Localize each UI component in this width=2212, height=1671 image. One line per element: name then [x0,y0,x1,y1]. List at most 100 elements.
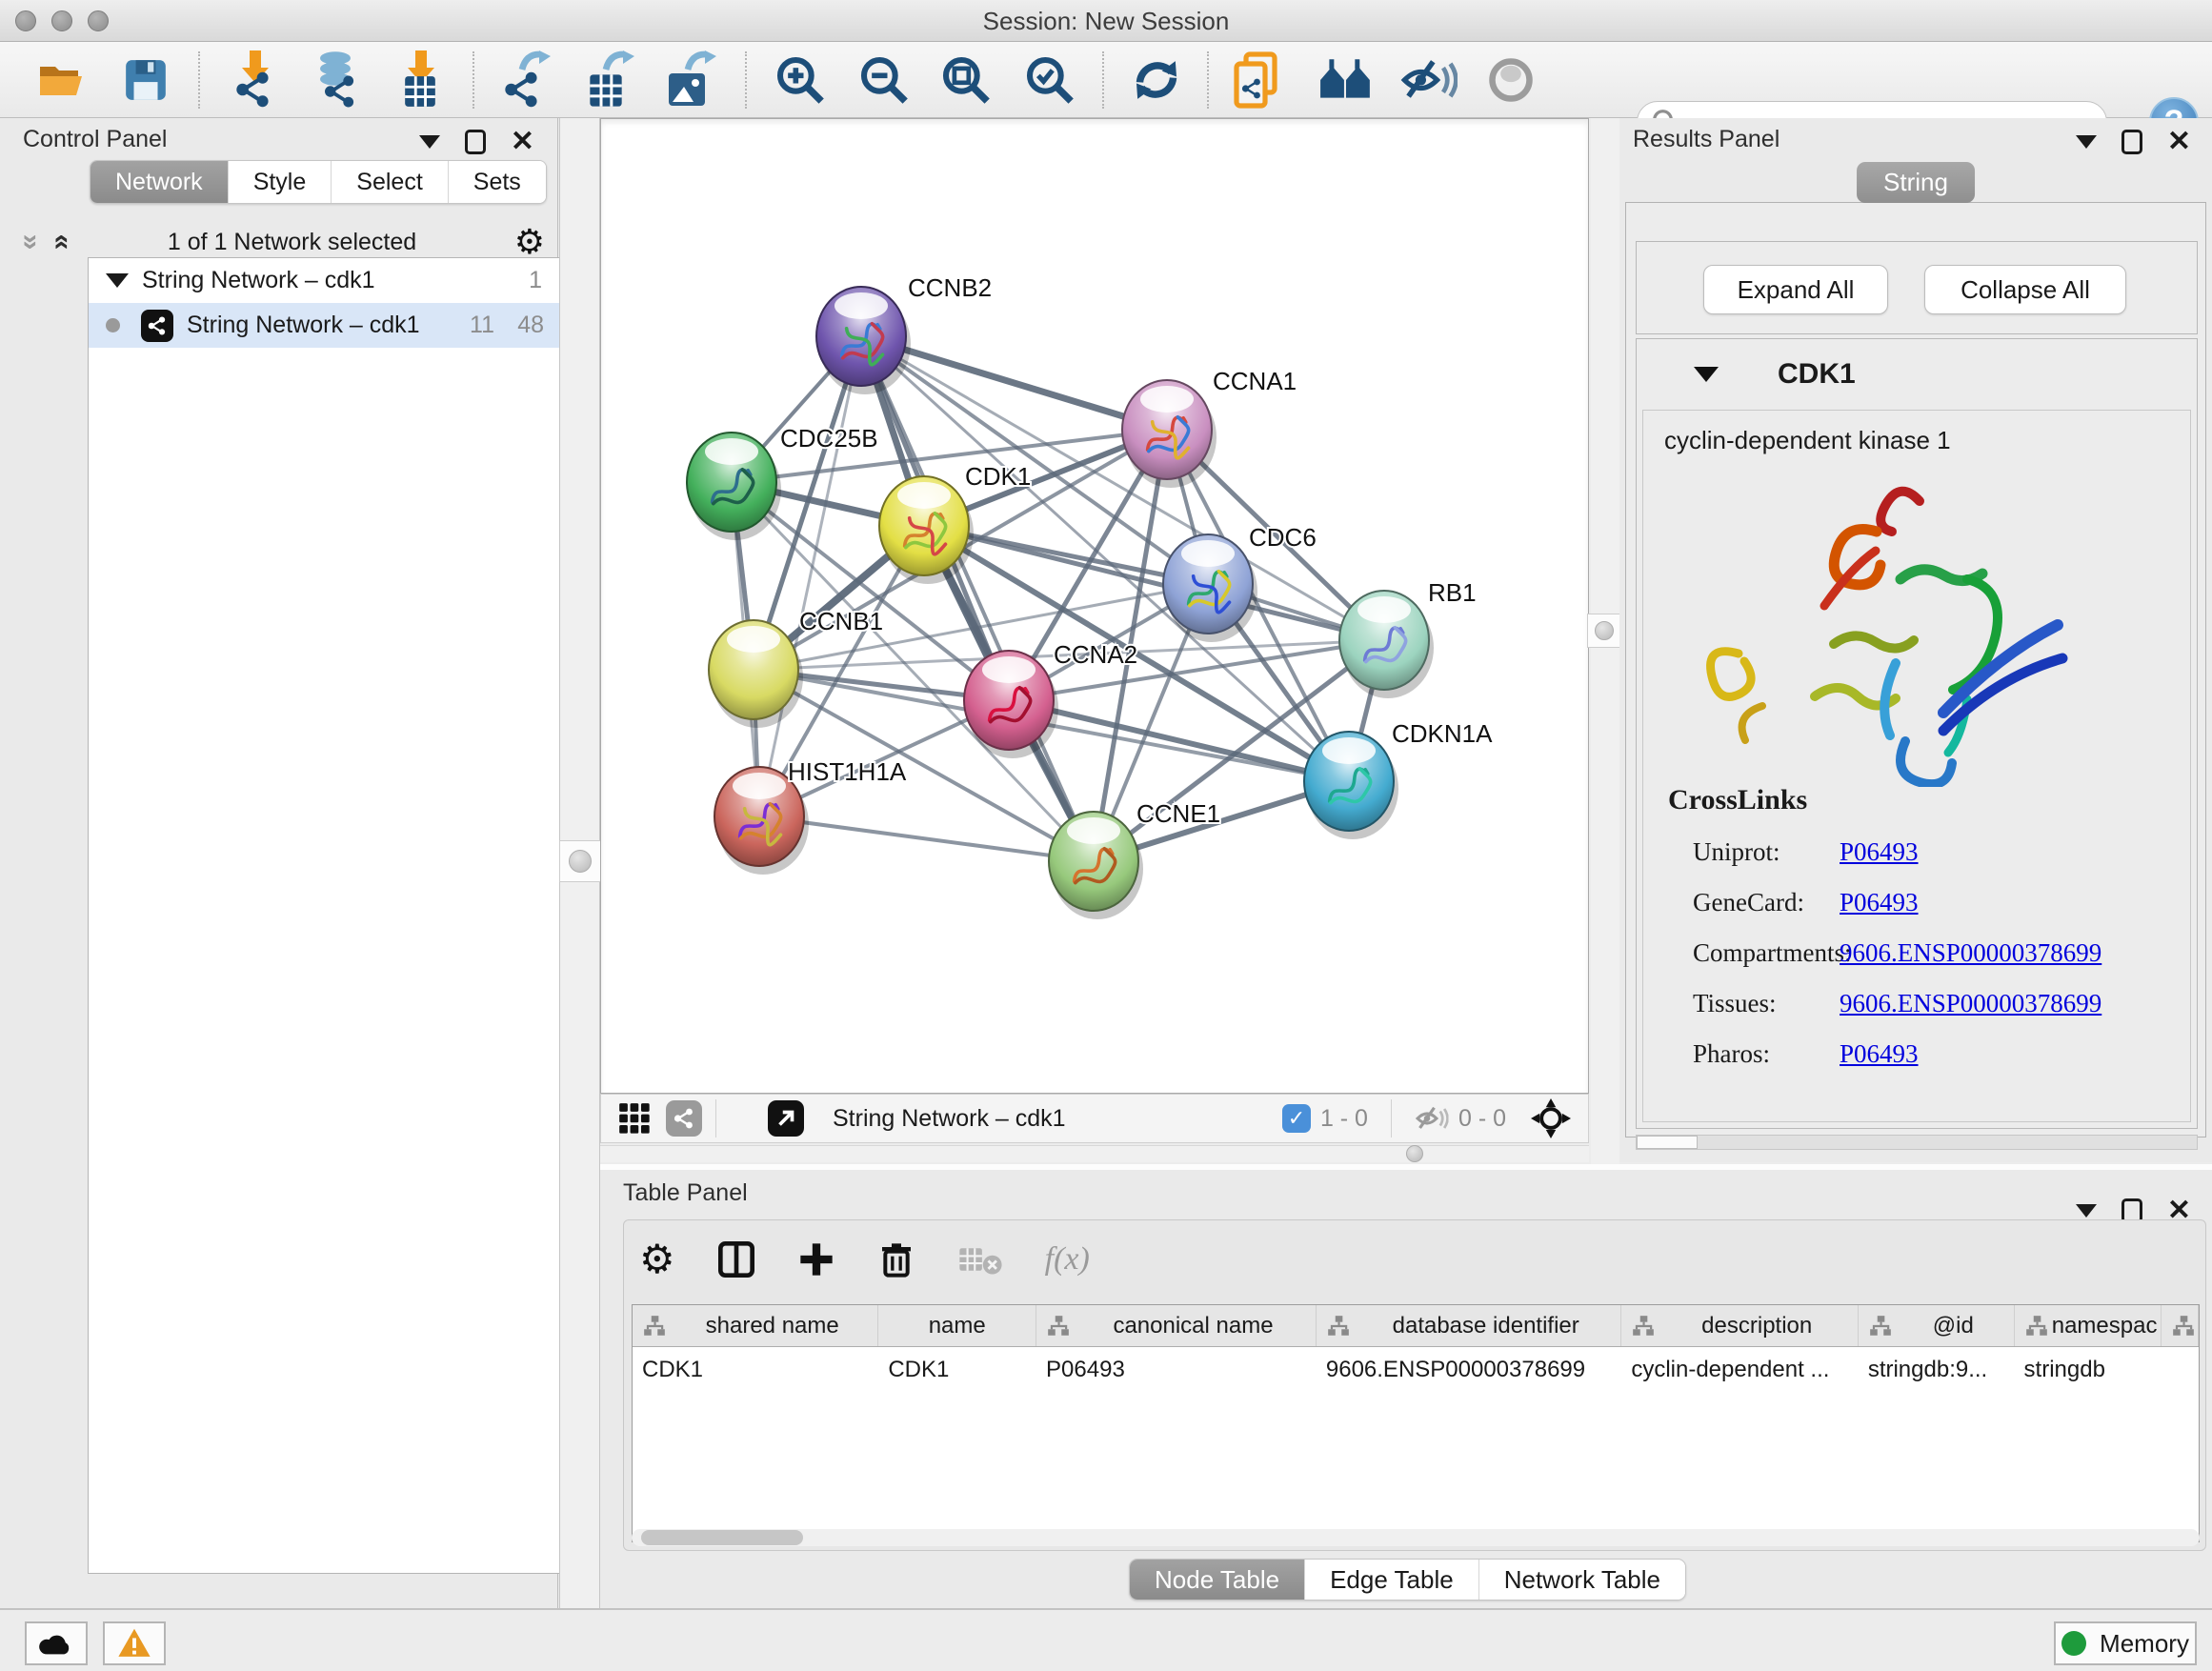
results-panel-close-icon[interactable]: ✕ [2167,131,2191,152]
delete-table-icon[interactable] [957,1243,1003,1276]
zoom-out-button[interactable] [857,53,911,107]
crosslink-link[interactable]: P06493 [1840,888,1919,917]
tab-edge-table[interactable]: Edge Table [1305,1560,1479,1600]
expand-all-networks-icon[interactable]: « [46,234,78,251]
apply-style-refresh-button[interactable] [1130,53,1183,107]
left-splitter[interactable] [559,118,600,1608]
export-image-button[interactable] [661,50,716,110]
node-CCNB1[interactable]: CCNB1 [709,607,883,728]
table-hscroll-thumb[interactable] [641,1530,803,1545]
tab-network-table[interactable]: Network Table [1479,1560,1685,1600]
tab-select[interactable]: Select [332,161,448,203]
node-CCNA2[interactable]: CCNA2 [964,640,1137,758]
results-panel-collapse-icon[interactable] [2076,135,2097,149]
results-hscroll-thumb[interactable] [1637,1136,1698,1149]
table-panel-collapse-icon[interactable] [2076,1204,2097,1218]
results-panel-float-icon[interactable] [2122,130,2142,154]
table-cell[interactable]: CDK1 [878,1357,1036,1383]
node-label-RB1: RB1 [1428,578,1477,607]
table-cell[interactable]: CDK1 [633,1357,878,1383]
hide-selected-button[interactable] [1400,55,1458,105]
column-header-description[interactable]: description [1621,1305,1859,1346]
table-row[interactable]: CDK1CDK1P064939606.ENSP00000378699cyclin… [633,1347,2199,1393]
collapse-all-button[interactable]: Collapse All [1924,265,2126,314]
horizontal-splitter[interactable] [600,1145,1589,1162]
gene-expand-caret[interactable] [1694,367,1719,382]
zoom-selected-button[interactable] [1023,53,1076,107]
node-RB1[interactable]: RB1 [1339,578,1477,698]
export-network-button[interactable] [495,50,551,110]
control-panel-collapse-icon[interactable] [419,135,440,149]
control-panel-close-icon[interactable]: ✕ [511,131,534,152]
network-row[interactable]: String Network – cdk1 11 48 [89,303,559,348]
node-CDKN1A[interactable]: CDKN1A [1304,719,1493,839]
warnings-button[interactable] [103,1621,166,1665]
zoom-in-button[interactable] [774,53,827,107]
edge-CCNB2-HIST1H1A[interactable] [759,336,861,816]
node-CDC6[interactable]: CDC6 [1163,523,1317,642]
show-columns-icon[interactable] [717,1238,755,1280]
create-column-plus-icon[interactable] [797,1240,835,1278]
gene-section-header[interactable]: CDK1 [1637,339,2197,410]
table-hscrollbar[interactable] [632,1529,2200,1546]
node-HIST1H1A[interactable]: HIST1H1A [714,757,907,875]
collapse-all-networks-icon[interactable]: » [14,234,47,251]
horizontal-splitter-handle[interactable] [1406,1145,1423,1162]
column-type-tree-icon [642,1314,667,1339]
zoom-fit-button[interactable] [939,53,993,107]
delete-column-trash-icon[interactable] [877,1238,915,1280]
export-table-button[interactable] [579,50,634,110]
column-header-stub[interactable] [2162,1305,2199,1346]
collection-expand-caret[interactable] [106,273,129,288]
expand-all-button[interactable]: Expand All [1703,265,1888,314]
import-table-button[interactable] [392,50,448,110]
network-collection-row[interactable]: String Network – cdk1 1 [89,258,559,303]
column-header-namespac[interactable]: namespac [2015,1305,2162,1346]
table-options-gear-icon[interactable]: ⚙ [639,1242,675,1277]
results-hscrollbar[interactable] [1636,1135,2198,1150]
tab-string[interactable]: String [1857,162,1975,203]
birdseye-crosshair-icon[interactable] [1531,1098,1571,1138]
tab-style[interactable]: Style [229,161,332,203]
tab-node-table[interactable]: Node Table [1130,1560,1305,1600]
crosslink-link[interactable]: 9606.ENSP00000378699 [1840,938,2101,968]
column-header-name[interactable]: name [878,1305,1036,1346]
column-header-canonical-name[interactable]: canonical name [1036,1305,1317,1346]
detach-view-icon[interactable] [768,1100,804,1137]
clone-network-button[interactable] [1231,50,1286,110]
selected-checkbox-icon[interactable]: ✓ [1282,1104,1311,1133]
table-cell[interactable]: stringdb:9... [1859,1357,2015,1383]
edge-HIST1H1A-CCNE1[interactable] [759,816,1094,861]
memory-button[interactable]: Memory [2054,1621,2197,1665]
control-panel-float-icon[interactable] [465,130,486,154]
left-splitter-handle[interactable] [559,840,601,882]
column-header-shared-name[interactable]: shared name [633,1305,878,1346]
crosslink-link[interactable]: P06493 [1840,1039,1919,1069]
first-neighbors-button[interactable] [1318,56,1374,104]
open-session-button[interactable] [36,59,90,101]
tab-sets[interactable]: Sets [449,161,546,203]
import-network-from-database-button[interactable] [307,50,366,110]
import-network-button[interactable] [227,50,282,110]
column-header-@id[interactable]: @id [1859,1305,2015,1346]
right-splitter-handle[interactable] [1587,614,1621,648]
tab-network[interactable]: Network [90,161,229,203]
right-splitter[interactable] [1591,118,1619,1164]
table-cell[interactable]: P06493 [1036,1357,1317,1383]
column-header-database-identifier[interactable]: database identifier [1317,1305,1622,1346]
grid-view-icon[interactable] [616,1100,653,1137]
table-cell[interactable]: cyclin-dependent ... [1621,1357,1859,1383]
crosslink-link[interactable]: 9606.ENSP00000378699 [1840,989,2101,1018]
save-session-button[interactable] [122,56,170,104]
network-view-share-icon[interactable] [666,1100,702,1137]
cloud-status-button[interactable] [25,1621,88,1665]
network-options-gear-icon[interactable]: ⚙ [514,225,545,259]
node-CCNE1[interactable]: CCNE1 [1049,799,1220,919]
network-canvas[interactable]: CCNB2CCNA1CDC25BCDK1CDC6RB1CCNB1CCNA2CDK… [600,118,1589,1094]
crosslink-link[interactable]: P06493 [1840,837,1919,867]
show-all-button[interactable] [1486,55,1536,105]
table-cell[interactable]: 9606.ENSP00000378699 [1317,1357,1621,1383]
table-panel-close-icon[interactable]: ✕ [2167,1200,2191,1221]
table-cell[interactable]: stringdb [2015,1357,2162,1383]
function-builder-icon[interactable]: f(x) [1045,1241,1090,1278]
